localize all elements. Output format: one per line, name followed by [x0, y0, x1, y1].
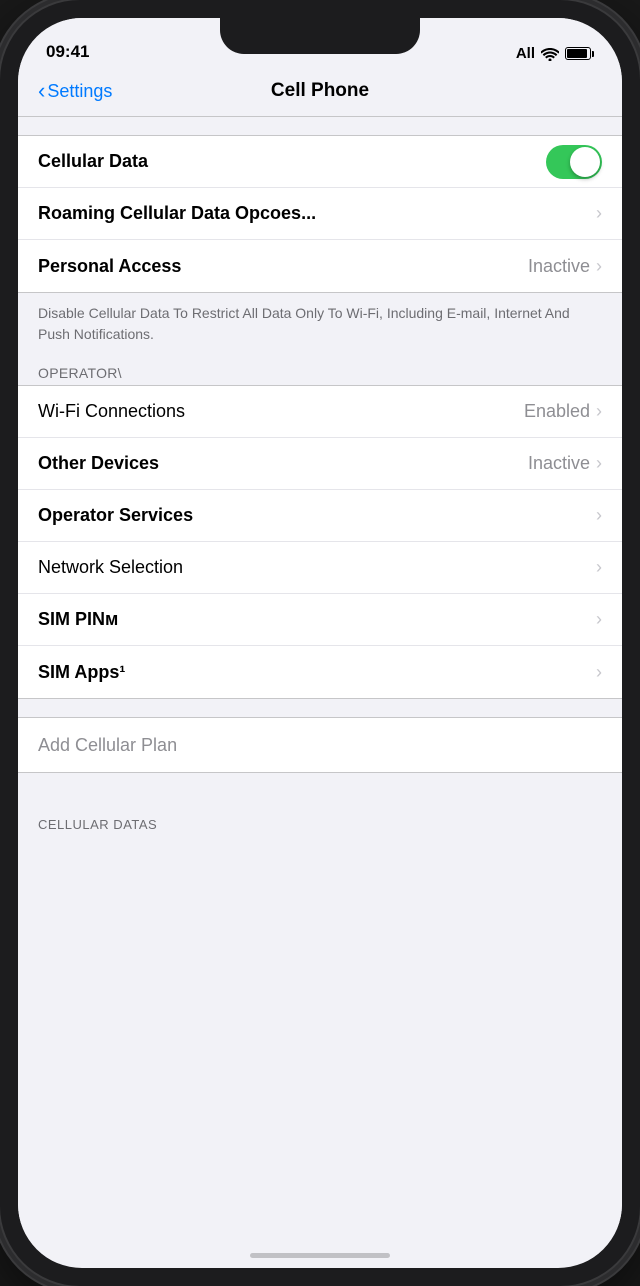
other-devices-chevron-icon: ›: [596, 453, 602, 474]
network-selection-chevron-icon: ›: [596, 557, 602, 578]
footer-label: CELLULAR DATAS: [38, 817, 157, 832]
sim-apps-label: SIM Apps¹: [38, 662, 125, 683]
section-footer: CELLULAR DATAS: [18, 809, 622, 846]
top-spacer: [18, 117, 622, 135]
sim-pin-right: ›: [596, 609, 602, 630]
personal-access-chevron-icon: ›: [596, 256, 602, 277]
nav-title: Cell Phone: [271, 80, 369, 102]
bottom-spacer2: [18, 791, 622, 809]
operator-services-right: ›: [596, 505, 602, 526]
other-devices-right: Inactive ›: [528, 453, 602, 474]
operator-services-chevron-icon: ›: [596, 505, 602, 526]
cellular-data-row[interactable]: Cellular Data: [18, 136, 622, 188]
sim-pin-chevron-icon: ›: [596, 609, 602, 630]
add-plan-label: Add Cellular Plan: [38, 735, 177, 756]
wifi-connections-value: Enabled: [524, 401, 590, 422]
network-selection-row[interactable]: Network Selection ›: [18, 542, 622, 594]
network-selection-right: ›: [596, 557, 602, 578]
sim-pin-row[interactable]: SIM PINм ›: [18, 594, 622, 646]
phone-frame: 09:41 All: [0, 0, 640, 1286]
sim-apps-row[interactable]: SIM Apps¹ ›: [18, 646, 622, 698]
status-icons: All: [516, 45, 594, 62]
carrier-label: All: [516, 45, 535, 62]
toggle-knob: [570, 147, 600, 177]
sim-pin-label: SIM PINм: [38, 609, 118, 630]
status-time: 09:41: [46, 42, 89, 62]
operator-services-label: Operator Services: [38, 505, 193, 526]
add-cellular-plan-row[interactable]: Add Cellular Plan: [18, 717, 622, 773]
personal-access-row[interactable]: Personal Access Inactive ›: [18, 240, 622, 292]
other-devices-value: Inactive: [528, 453, 590, 474]
other-devices-label: Other Devices: [38, 453, 159, 474]
personal-access-right: Inactive ›: [528, 256, 602, 277]
description-text: Disable Cellular Data To Restrict All Da…: [38, 305, 570, 342]
sim-apps-chevron-icon: ›: [596, 662, 602, 683]
operator-services-row[interactable]: Operator Services ›: [18, 490, 622, 542]
operator-header-label: Operator\: [38, 365, 122, 381]
back-chevron-icon: ‹: [38, 78, 45, 104]
phone-screen: 09:41 All: [18, 18, 622, 1268]
personal-access-value: Inactive: [528, 256, 590, 277]
content-area: Cellular Data Roaming Cellular Data Opco…: [18, 117, 622, 1263]
roaming-chevron-icon: ›: [596, 203, 602, 224]
sim-apps-right: ›: [596, 662, 602, 683]
wifi-connections-right: Enabled ›: [524, 401, 602, 422]
cellular-data-label: Cellular Data: [38, 151, 148, 172]
home-indicator: [250, 1253, 390, 1258]
nav-bar: ‹ Settings Cell Phone: [18, 68, 622, 117]
personal-access-label: Personal Access: [38, 256, 181, 277]
wifi-icon: [541, 47, 559, 61]
description-block: Disable Cellular Data To Restrict All Da…: [18, 293, 622, 359]
mid-spacer: [18, 699, 622, 717]
operator-section-header: Operator\: [18, 359, 622, 385]
back-button[interactable]: ‹ Settings: [38, 78, 112, 104]
roaming-right: ›: [596, 203, 602, 224]
wifi-connections-row[interactable]: Wi-Fi Connections Enabled ›: [18, 386, 622, 438]
cellular-data-toggle[interactable]: [546, 145, 602, 179]
roaming-label: Roaming Cellular Data Opcoes...: [38, 203, 316, 224]
battery-icon: [565, 47, 594, 60]
wifi-connections-chevron-icon: ›: [596, 401, 602, 422]
operator-section: Wi-Fi Connections Enabled › Other Device…: [18, 385, 622, 699]
roaming-row[interactable]: Roaming Cellular Data Opcoes... ›: [18, 188, 622, 240]
network-selection-label: Network Selection: [38, 557, 183, 578]
wifi-connections-label: Wi-Fi Connections: [38, 401, 185, 422]
back-label: Settings: [47, 81, 112, 102]
bottom-spacer: [18, 773, 622, 791]
other-devices-row[interactable]: Other Devices Inactive ›: [18, 438, 622, 490]
cellular-section: Cellular Data Roaming Cellular Data Opco…: [18, 135, 622, 293]
notch: [220, 18, 420, 54]
